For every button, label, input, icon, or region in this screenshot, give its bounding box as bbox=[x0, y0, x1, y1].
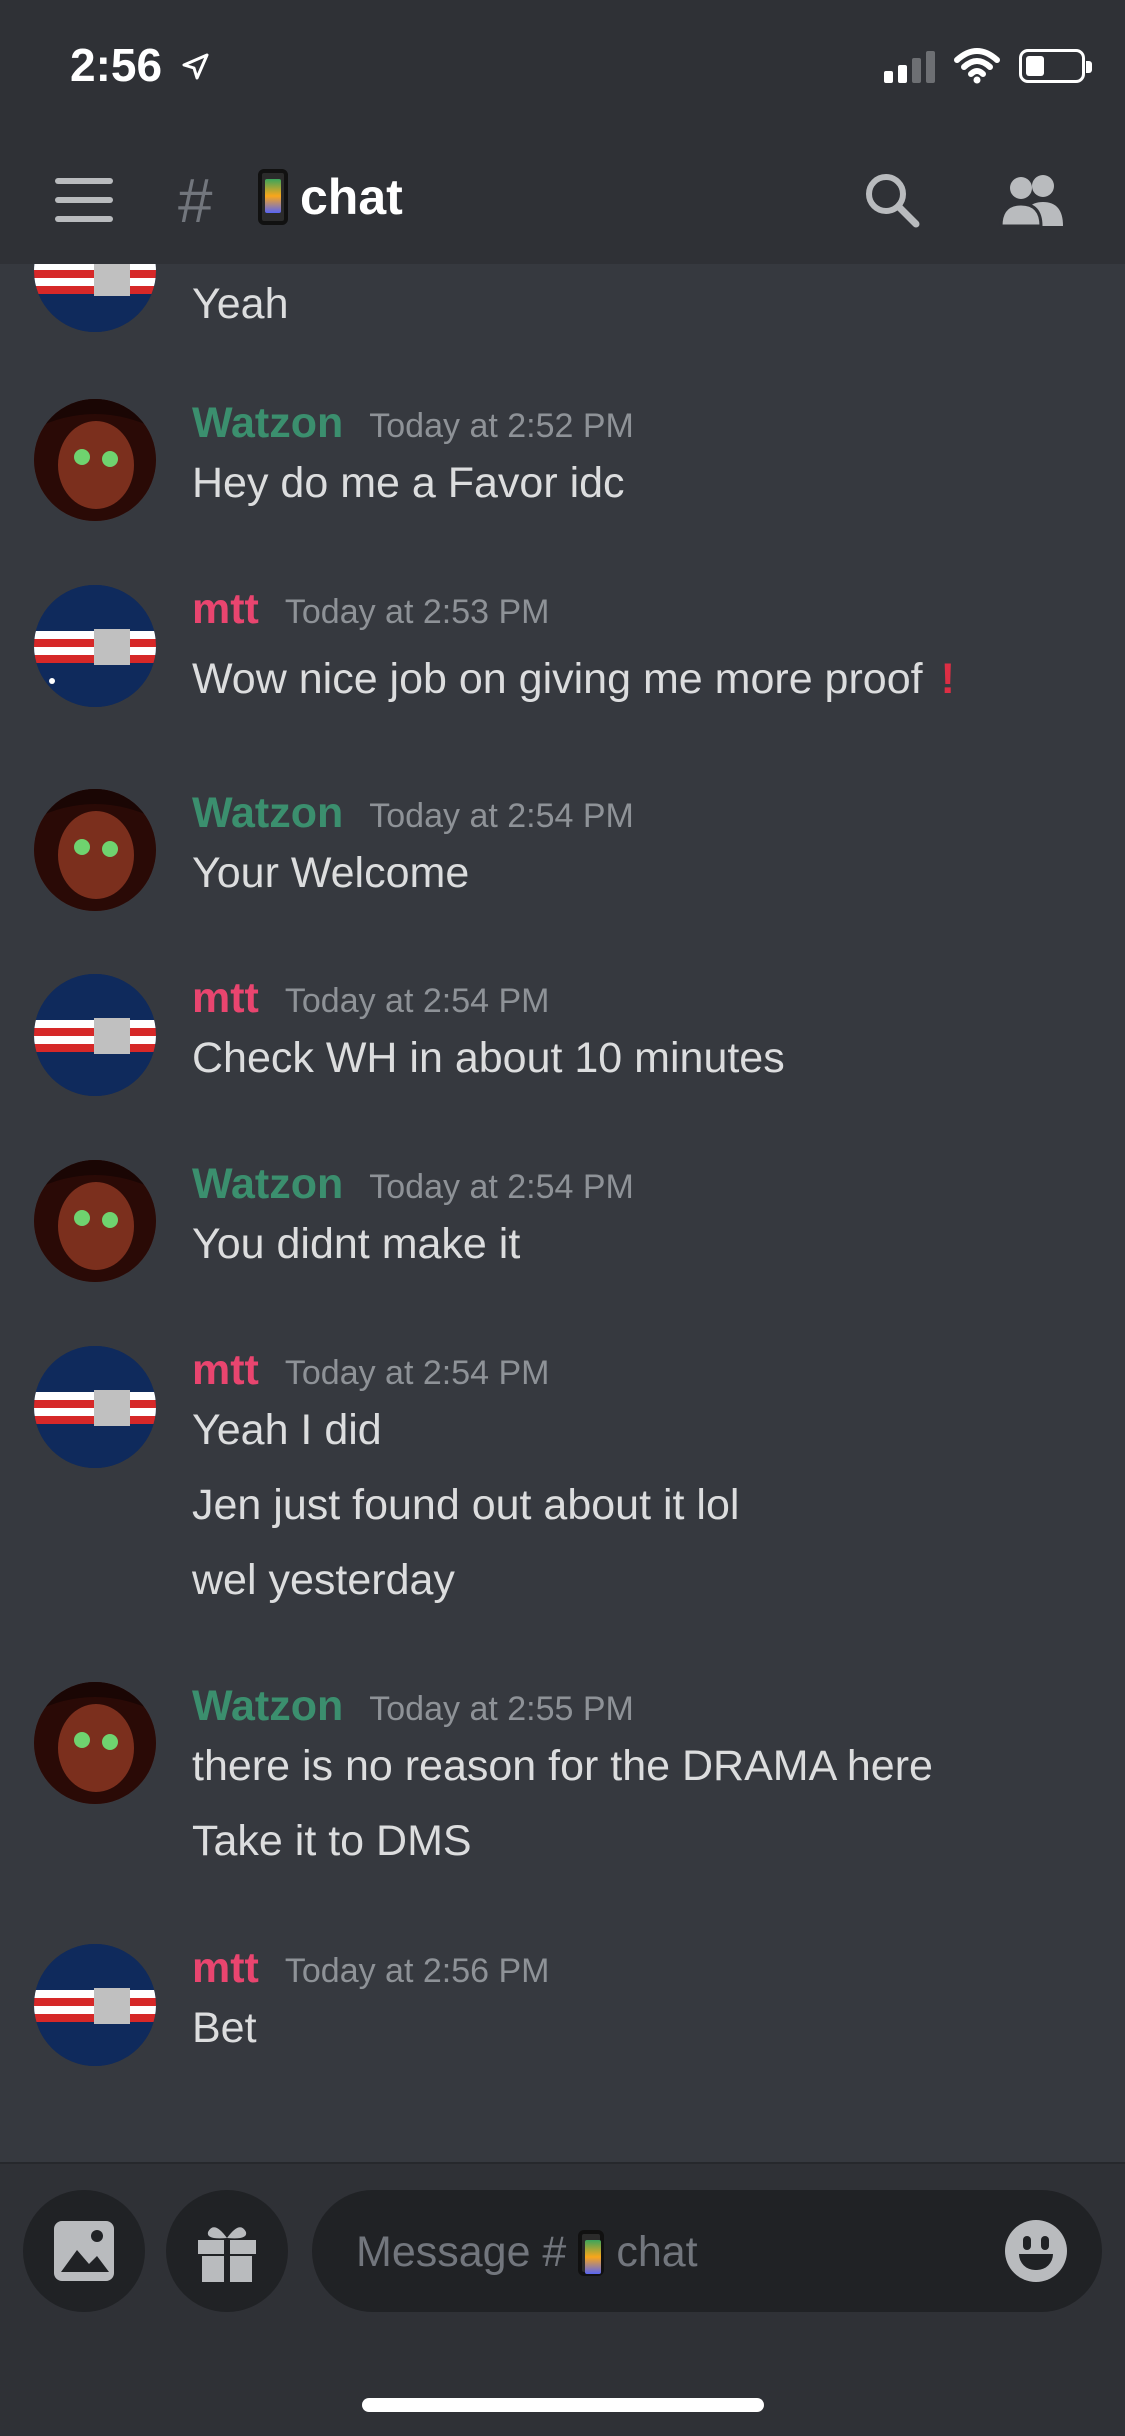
gift-button[interactable] bbox=[166, 2190, 288, 2312]
message-text: Yeah bbox=[192, 280, 289, 328]
message-composer: Message # chat bbox=[0, 2162, 1125, 2436]
avatar[interactable] bbox=[34, 264, 156, 332]
message-text: Wow nice job on giving me more proof! bbox=[192, 655, 955, 703]
message-author[interactable]: mtt Today at 2:56 PM bbox=[192, 1944, 549, 1993]
members-icon[interactable] bbox=[997, 172, 1069, 228]
discord-screen: 2:56 # chat Yeah Watzon Today at 2:52 PM… bbox=[0, 0, 1125, 2436]
message-author[interactable]: mtt Today at 2:54 PM bbox=[192, 1346, 549, 1395]
message-author[interactable]: Watzon Today at 2:55 PM bbox=[192, 1682, 634, 1731]
hamburger-menu-icon[interactable] bbox=[55, 178, 113, 222]
message-text: wel yesterday bbox=[192, 1556, 455, 1604]
cellular-signal-icon bbox=[884, 49, 935, 83]
message-author[interactable]: mtt Today at 2:53 PM bbox=[192, 585, 549, 634]
message-timestamp: Today at 2:55 PM bbox=[369, 1690, 634, 1728]
home-indicator bbox=[362, 2398, 764, 2412]
avatar[interactable] bbox=[34, 1346, 156, 1468]
status-time: 2:56 bbox=[70, 39, 163, 91]
image-icon bbox=[54, 2221, 114, 2281]
message-text: Hey do me a Favor idc bbox=[192, 459, 625, 507]
message-timestamp: Today at 2:54 PM bbox=[369, 797, 634, 835]
message-timestamp: Today at 2:52 PM bbox=[369, 407, 634, 445]
message-timestamp: Today at 2:54 PM bbox=[284, 1354, 550, 1392]
message-text: You didnt make it bbox=[192, 1220, 521, 1268]
message-text: Jen just found out about it lol bbox=[192, 1481, 740, 1529]
channel-title: chat bbox=[258, 168, 403, 226]
message-text: there is no reason for the DRAMA here bbox=[192, 1742, 933, 1790]
image-upload-button[interactable] bbox=[23, 2190, 145, 2312]
search-icon[interactable] bbox=[862, 170, 922, 230]
message-text: Check WH in about 10 minutes bbox=[192, 1034, 785, 1082]
avatar[interactable] bbox=[34, 399, 156, 521]
message-timestamp: Today at 2:54 PM bbox=[284, 982, 550, 1020]
message-author[interactable]: Watzon Today at 2:54 PM bbox=[192, 789, 634, 838]
message-text: Bet bbox=[192, 2004, 257, 2052]
channel-hash-icon: # bbox=[178, 167, 213, 236]
message-timestamp: Today at 2:53 PM bbox=[284, 593, 550, 631]
wifi-icon bbox=[954, 48, 1000, 84]
message-text: Yeah I did bbox=[192, 1406, 382, 1454]
message-text: Your Welcome bbox=[192, 849, 470, 897]
avatar[interactable] bbox=[34, 1944, 156, 2066]
channel-name: chat bbox=[300, 169, 403, 225]
avatar[interactable] bbox=[34, 585, 156, 707]
gift-icon bbox=[198, 2227, 256, 2282]
top-bar: 2:56 # chat bbox=[0, 0, 1125, 264]
message-input[interactable] bbox=[312, 2190, 1102, 2312]
channel-header: # chat bbox=[0, 150, 1125, 264]
avatar[interactable] bbox=[34, 1160, 156, 1282]
message-timestamp: Today at 2:56 PM bbox=[284, 1952, 550, 1990]
message-text: Take it to DMS bbox=[192, 1817, 472, 1865]
message-author[interactable]: mtt Today at 2:54 PM bbox=[192, 974, 549, 1023]
message-list[interactable]: Yeah Watzon Today at 2:52 PM Hey do me a … bbox=[0, 264, 1125, 2162]
avatar[interactable] bbox=[34, 1682, 156, 1804]
message-author[interactable]: Watzon Today at 2:54 PM bbox=[192, 1160, 634, 1209]
battery-icon bbox=[1019, 49, 1092, 83]
avatar[interactable] bbox=[34, 974, 156, 1096]
message-timestamp: Today at 2:54 PM bbox=[369, 1168, 634, 1206]
exclamation-emoji-icon: ! bbox=[940, 655, 955, 703]
message-author[interactable]: Watzon Today at 2:52 PM bbox=[192, 399, 634, 448]
emoji-picker-icon[interactable] bbox=[1005, 2220, 1067, 2282]
status-icons bbox=[884, 48, 1092, 84]
mobile-phone-emoji-icon bbox=[258, 169, 288, 225]
avatar[interactable] bbox=[34, 789, 156, 911]
location-arrow-icon bbox=[182, 53, 209, 80]
